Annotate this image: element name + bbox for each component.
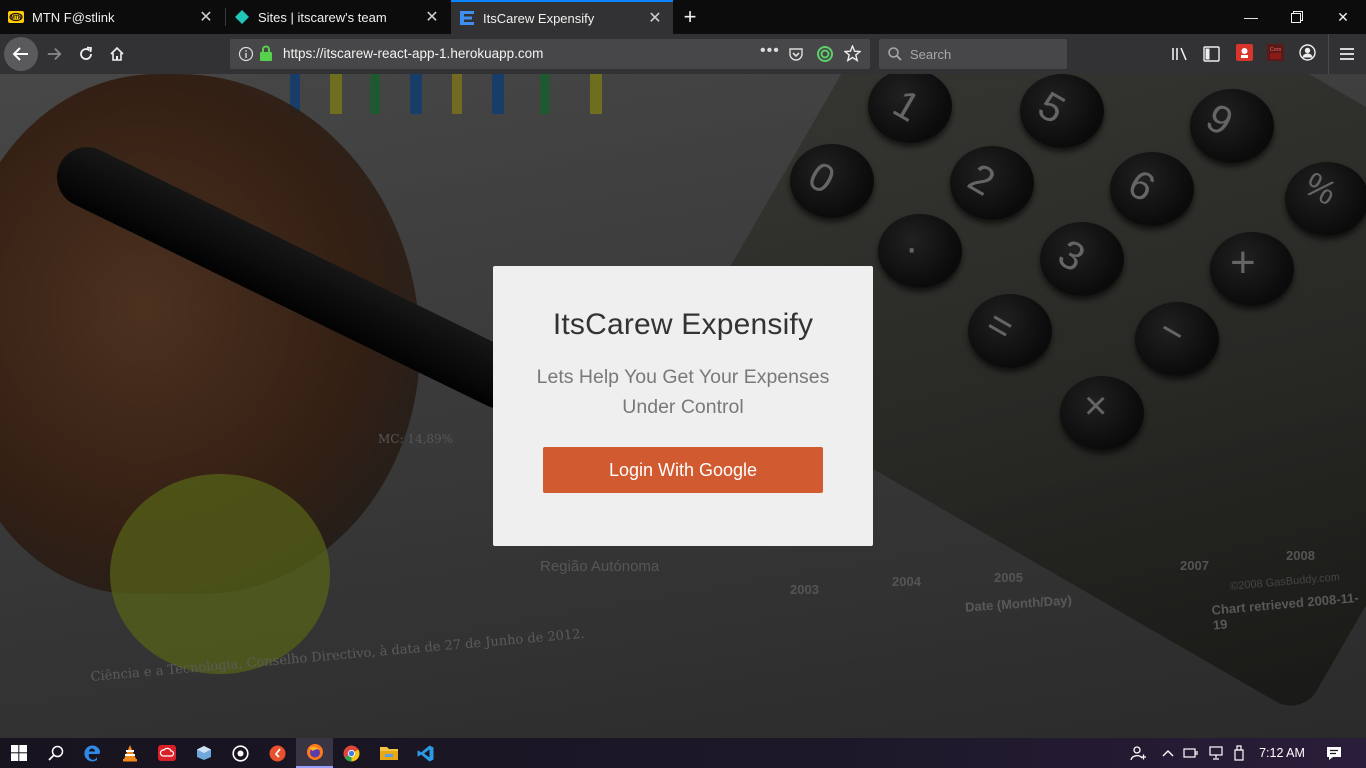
start-button[interactable] <box>0 738 37 768</box>
edge-icon <box>83 745 100 762</box>
minimize-button[interactable]: — <box>1228 0 1274 34</box>
close-window-button[interactable]: ✕ <box>1320 0 1366 34</box>
toolbar-divider <box>1328 34 1329 74</box>
search-icon <box>47 745 63 761</box>
taskbar-vlc[interactable] <box>111 738 148 768</box>
back-button[interactable] <box>4 37 38 71</box>
account-icon[interactable] <box>1299 44 1316 61</box>
svg-text:Cors: Cors <box>1270 47 1282 53</box>
network-indicator[interactable] <box>1207 738 1227 768</box>
taskbar-creative-cloud[interactable] <box>148 738 185 768</box>
close-tab-icon[interactable]: ✕ <box>194 5 218 29</box>
firefox-icon <box>306 744 323 760</box>
usb-indicator[interactable] <box>1232 738 1246 768</box>
login-card: ItsCarew Expensify Lets Help You Get You… <box>493 266 873 546</box>
svg-text:MTN: MTN <box>11 15 22 21</box>
box-icon <box>196 746 211 760</box>
usb-drive-icon <box>1234 745 1244 761</box>
close-tab-icon[interactable]: ✕ <box>420 5 444 29</box>
search-placeholder: Search <box>910 47 952 62</box>
login-with-google-button[interactable]: Login With Google <box>543 447 823 493</box>
notification-icon <box>1327 746 1341 760</box>
tab-mtn[interactable]: MTN MTN F@stlink ✕ <box>0 0 224 34</box>
tab-expensify[interactable]: ItsCarew Expensify ✕ <box>451 0 673 34</box>
url-text: https://itscarew-react-app-1.herokuapp.c… <box>283 46 544 61</box>
vlc-icon <box>122 745 137 762</box>
chevron-up-icon <box>1162 750 1174 757</box>
tab-sites[interactable]: Sites | itscarew's team ✕ <box>226 0 450 34</box>
pocket-icon[interactable] <box>788 46 804 62</box>
tab-title: ItsCarew Expensify <box>483 10 595 26</box>
windows-taskbar: 7:12 AM <box>0 738 1366 768</box>
cors-addon-icon[interactable]: Cors <box>1267 44 1284 61</box>
people-button[interactable] <box>1128 738 1148 768</box>
sidebar-icon[interactable] <box>1203 46 1220 62</box>
app-subtitle: Lets Help You Get Your Expenses Under Co… <box>536 366 830 418</box>
clock-time[interactable]: 7:12 AM <box>1252 738 1312 768</box>
taskbar-firefox[interactable] <box>296 738 333 768</box>
taskbar-file-explorer[interactable] <box>370 738 407 768</box>
opera-icon <box>269 745 286 761</box>
plus-icon: + <box>683 4 697 29</box>
taskbar-edge[interactable] <box>74 738 111 768</box>
taskbar-camera-app[interactable] <box>222 738 259 768</box>
tab-title: Sites | itscarew's team <box>258 9 387 25</box>
netlify-diamond-icon <box>235 10 249 24</box>
taskbar-box-app[interactable] <box>185 738 222 768</box>
back-arrow-icon <box>12 47 28 61</box>
minimize-icon: — <box>1244 9 1258 25</box>
menu-hamburger-icon[interactable] <box>1339 46 1355 62</box>
page-viewport: MC: 14,89% Região Autónoma Ciência e a T… <box>0 74 1366 738</box>
page-actions-icon[interactable]: ••• <box>760 42 780 60</box>
navigation-toolbar: https://itscarew-react-app-1.herokuapp.c… <box>0 34 1366 74</box>
windows-start-icon <box>10 745 27 761</box>
secure-lock-icon[interactable] <box>259 45 273 62</box>
show-hidden-icons-button[interactable] <box>1158 738 1178 768</box>
extension-ring-icon[interactable] <box>816 45 834 63</box>
library-icon[interactable] <box>1171 46 1189 62</box>
taskbar-search-button[interactable] <box>37 738 74 768</box>
taskbar-chrome[interactable] <box>333 738 370 768</box>
battery-charging-indicator[interactable] <box>1182 738 1202 768</box>
expensify-e-icon <box>460 11 474 25</box>
home-button[interactable] <box>101 38 133 70</box>
people-icon <box>1130 746 1146 761</box>
action-center-button[interactable] <box>1320 738 1348 768</box>
battery-plug-icon <box>1183 748 1198 758</box>
address-bar[interactable]: https://itscarew-react-app-1.herokuapp.c… <box>230 39 870 69</box>
network-icon <box>1209 746 1223 760</box>
search-icon <box>888 47 902 61</box>
info-icon[interactable] <box>238 46 254 62</box>
reload-button[interactable] <box>70 38 102 70</box>
reload-icon <box>80 46 93 60</box>
file-explorer-icon <box>379 747 398 760</box>
camera-icon <box>232 744 249 762</box>
forward-arrow-icon <box>47 48 62 60</box>
tab-title: MTN F@stlink <box>32 9 115 25</box>
vscode-icon <box>417 745 434 761</box>
restore-icon <box>1291 11 1303 23</box>
app-title: ItsCarew Expensify <box>552 308 814 341</box>
close-icon: ✕ <box>1337 8 1349 25</box>
search-bar[interactable]: Search <box>879 39 1067 69</box>
taskbar-vscode[interactable] <box>407 738 444 768</box>
chrome-icon <box>343 745 360 761</box>
taskbar-opera[interactable] <box>259 738 296 768</box>
new-tab-button[interactable]: + <box>676 3 704 31</box>
creative-cloud-icon <box>157 745 176 761</box>
addon-red-icon[interactable] <box>1236 44 1253 61</box>
forward-button[interactable] <box>38 38 70 70</box>
mtn-icon: MTN <box>8 11 24 23</box>
home-icon <box>110 46 124 61</box>
close-tab-icon[interactable]: ✕ <box>643 6 667 30</box>
restore-button[interactable] <box>1274 0 1320 34</box>
tab-strip: MTN MTN F@stlink ✕ Sites | itscarew's te… <box>0 0 1366 34</box>
bookmark-star-icon[interactable] <box>844 45 861 62</box>
